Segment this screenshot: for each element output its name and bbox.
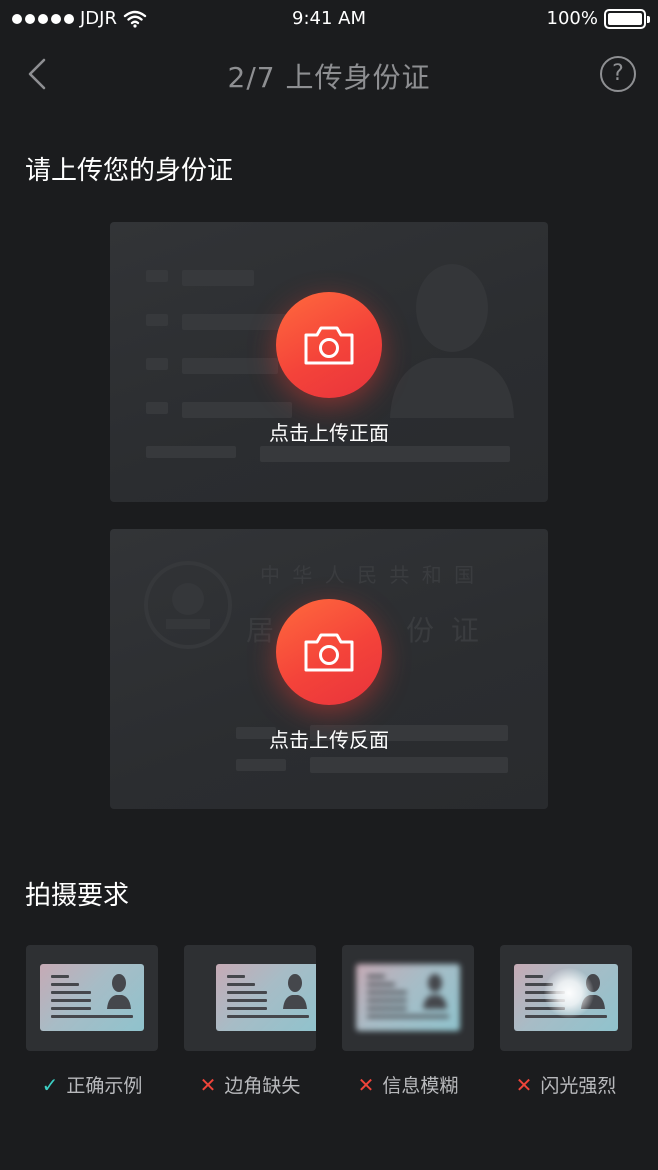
battery-icon	[604, 8, 650, 29]
upload-heading: 请上传您的身份证	[25, 156, 234, 186]
flash-glare	[544, 968, 594, 1018]
requirement-thumbnail	[26, 945, 158, 1051]
camera-button-back[interactable]	[276, 599, 382, 705]
cross-icon: ✕	[515, 1072, 533, 1097]
id-card-example-icon	[40, 964, 144, 1031]
requirement-label: 信息模糊	[382, 1075, 459, 1097]
placeholder-line	[182, 358, 278, 374]
battery-percent: 100%	[546, 8, 598, 29]
id-card-blurred-icon	[356, 964, 460, 1031]
requirement-caption: ✕ 信息模糊	[342, 1071, 474, 1098]
placeholder-label	[146, 402, 168, 414]
placeholder-label	[236, 759, 286, 771]
help-button[interactable]: ?	[600, 56, 636, 92]
requirement-caption: ✕ 边角缺失	[184, 1071, 316, 1098]
requirement-label: 闪光强烈	[540, 1075, 617, 1097]
cross-icon: ✕	[357, 1072, 375, 1097]
placeholder-line	[182, 270, 254, 286]
placeholder-line	[310, 757, 508, 773]
camera-icon	[304, 633, 354, 672]
id-front-upload-card[interactable]: 点击上传正面	[110, 222, 548, 502]
id-card-cropped-icon	[216, 964, 316, 1031]
upload-front-label: 点击上传正面	[269, 421, 389, 445]
requirement-thumbnail	[342, 945, 474, 1051]
back-card-header-text: 中 华 人 民 共 和 国	[260, 563, 478, 587]
question-circle-icon: ?	[612, 61, 624, 86]
back-card-title-left: 居	[246, 614, 275, 647]
status-right: 100%	[546, 8, 650, 29]
requirement-item-corner-missing: ✕ 边角缺失	[184, 945, 316, 1098]
placeholder-line	[182, 314, 292, 330]
placeholder-label	[146, 358, 168, 370]
requirement-thumbnail	[500, 945, 632, 1051]
cross-icon: ✕	[199, 1072, 217, 1097]
requirement-caption: ✓ 正确示例	[26, 1071, 158, 1098]
national-emblem-icon	[144, 561, 232, 649]
placeholder-label	[146, 314, 168, 326]
requirement-thumbnail	[184, 945, 316, 1051]
placeholder-label	[146, 270, 168, 282]
page-title: 2/7 上传身份证	[227, 61, 431, 94]
placeholder-line	[260, 446, 510, 462]
camera-button-front[interactable]	[276, 292, 382, 398]
id-card-glare-icon	[514, 964, 618, 1031]
placeholder-line	[182, 402, 292, 418]
placeholder-label	[146, 446, 236, 458]
requirement-item-glare: ✕ 闪光强烈	[500, 945, 632, 1098]
requirement-label: 正确示例	[66, 1075, 143, 1097]
camera-icon	[304, 326, 354, 365]
status-bar: JDJR 9:41 AM 100%	[0, 0, 658, 38]
requirement-item-blurry: ✕ 信息模糊	[342, 945, 474, 1098]
check-icon: ✓	[41, 1072, 59, 1097]
requirement-label: 边角缺失	[224, 1075, 301, 1097]
portrait-silhouette-icon	[390, 264, 514, 418]
requirement-item-correct: ✓ 正确示例	[26, 945, 158, 1098]
upload-back-label: 点击上传反面	[269, 728, 389, 752]
nav-bar: 2/7 上传身份证 ?	[0, 38, 658, 110]
requirement-caption: ✕ 闪光强烈	[500, 1071, 632, 1098]
id-back-upload-card[interactable]: 中 华 人 民 共 和 国 居 份 证 点击上传反面	[110, 529, 548, 809]
back-card-title-right: 份 证	[406, 614, 483, 647]
requirements-heading: 拍摄要求	[25, 881, 130, 911]
